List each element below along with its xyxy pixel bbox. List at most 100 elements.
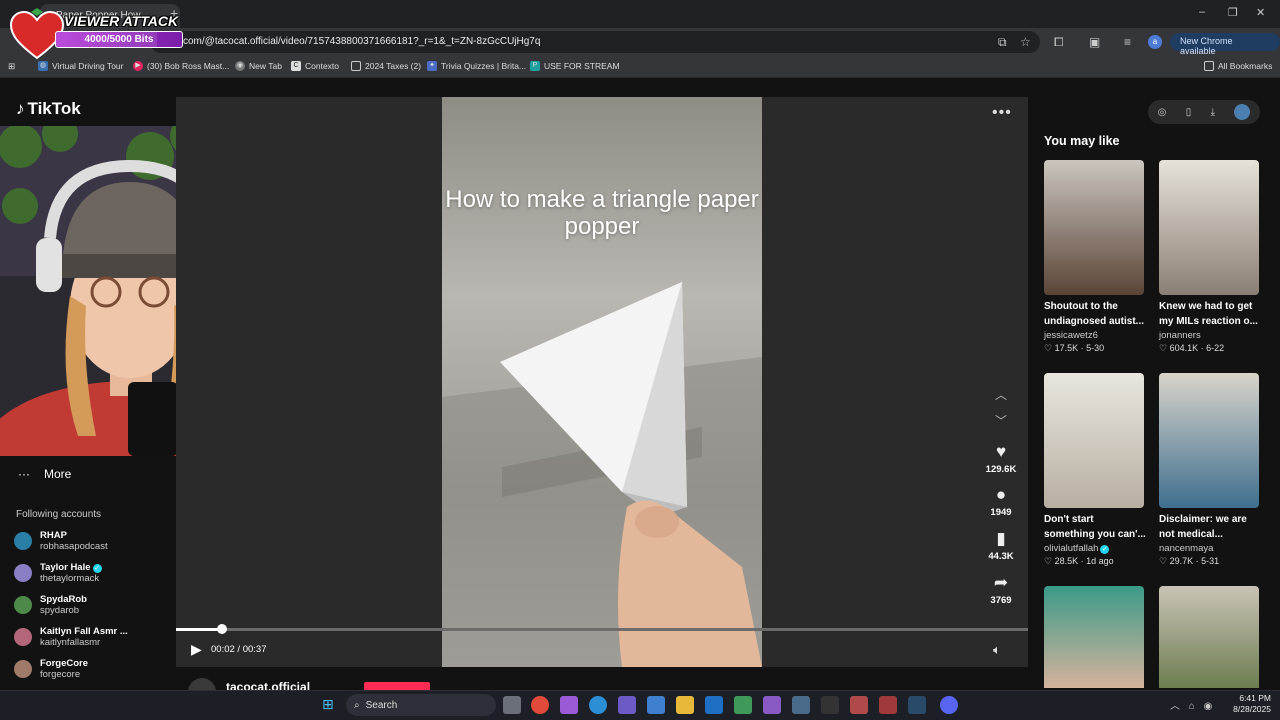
video-frame-image [442,282,762,667]
bookmark-trivia-quizzes[interactable]: ✦ Trivia Quizzes | Brita... [427,61,526,71]
comment-icon: ● [995,485,1007,504]
save-button[interactable]: ▮ 44.3K [980,530,1022,563]
comment-count: 1949 [990,507,1012,518]
tiktok-logo[interactable]: ♪ TikTok [16,99,81,119]
apps-icon[interactable]: ⊞ [8,61,15,72]
app-icon[interactable] [734,696,752,714]
steam-icon[interactable] [908,696,926,714]
bookmark-bob-ross[interactable]: ▶ (30) Bob Ross Mast... [133,61,229,71]
install-app-icon[interactable]: ⧉ [998,35,1007,50]
contexto-icon: C [291,61,301,71]
heart-icon: ♥ [995,442,1007,461]
outlook-icon[interactable] [705,696,723,714]
copilot-icon[interactable] [560,696,578,714]
chrome-taskbar-icon[interactable] [531,696,549,714]
card-stats: ♡ 17.5K · 5-30 [1044,343,1105,353]
previous-video-chevron-up-icon[interactable]: ︿ [995,386,1007,403]
app-icon[interactable] [792,696,810,714]
card-author: olivialutfallah ✓ [1044,543,1110,554]
teams-icon[interactable] [618,696,636,714]
extensions-icon[interactable]: ⧠ [1054,35,1064,50]
following-account-rhap[interactable]: RHAP robhasapodcast [14,530,108,552]
following-account-spydarob[interactable]: SpydaRob spydarob [14,594,87,616]
following-account-taylor-hale[interactable]: Taylor Hale ✓ thetaylormack [14,562,102,584]
like-button[interactable]: ♥ 129.6K [980,442,1022,476]
heart-outline-icon: ♡ [1044,343,1053,353]
card-title: Don't start something you can'... [1044,514,1146,540]
more-menu[interactable]: ··· More [18,467,71,481]
maximize-button[interactable]: ❐ [1228,6,1238,19]
video-thumbnail [1159,160,1259,295]
following-accounts-title: Following accounts [16,509,102,520]
close-window-button[interactable]: ✕ [1256,6,1265,19]
app-icon[interactable] [879,696,897,714]
author-name[interactable]: tacocat.official [226,680,310,690]
coins-icon[interactable]: ◎ [1158,107,1167,118]
recommended-video-card[interactable]: Don't start something you can'... olivia… [1044,373,1148,567]
video-player[interactable] [442,97,762,667]
more-dots-icon: ··· [18,467,30,481]
taskbar-search[interactable]: ⌕ Search [346,694,496,716]
volume-icon[interactable]: 🔈︎ [993,642,1001,658]
follow-button[interactable] [364,682,430,690]
bookmark-2024-taxes[interactable]: 2024 Taxes (2) [351,61,421,71]
bookmark-new-tab[interactable]: ◉ New Tab [235,61,282,71]
heart-outline-icon: ♡ [1159,343,1168,353]
minimize-button[interactable]: – [1199,6,1205,18]
reading-list-icon[interactable]: ≡ [1124,35,1131,49]
system-tray[interactable]: ︿ ⌂ ◉ [1170,697,1215,712]
recommended-video-card[interactable] [1159,586,1259,688]
share-button[interactable]: ➦ 3769 [980,573,1022,607]
recommended-video-card[interactable] [1044,586,1144,688]
share-count: 3769 [990,595,1012,606]
search-icon: ⌕ [354,699,360,711]
card-author: jonanners [1159,330,1201,341]
recommended-video-card[interactable]: Knew we had to get my MILs reaction o...… [1159,160,1263,354]
share-arrow-icon: ➦ [993,573,1009,592]
download-icon[interactable]: ⤓ [1211,107,1215,118]
bookmark-contexto[interactable]: C Contexto [291,61,339,71]
following-account-kaitlyn-fall-asmr[interactable]: Kaitlyn Fall Asmr ... kaitlynfallasmr [14,626,128,648]
profile-avatar[interactable]: a [1148,35,1162,49]
following-account-forgecore[interactable]: ForgeCore forgecore [14,658,88,680]
edge-icon[interactable] [589,696,607,714]
britannica-icon: ✦ [427,61,437,71]
card-stats: ♡ 604.1K · 6-22 [1159,343,1225,353]
play-icon[interactable]: ▶ [191,641,202,658]
save-count: 44.3K [988,551,1014,562]
user-avatar[interactable] [1234,104,1251,120]
video-caption: How to make a triangle paper popper [445,186,759,240]
video-thumbnail [1044,586,1144,688]
tab-search-icon[interactable]: ▣ [1089,35,1100,49]
bookmark-virtual-driving-tour[interactable]: ◍ Virtual Driving Tour [38,61,124,71]
url-text[interactable]: com/@tacocat.official/video/715743880037… [183,36,540,47]
bookmark-use-for-stream[interactable]: P USE FOR STREAM [530,61,620,71]
phone-icon[interactable]: ▯ [1186,107,1192,118]
verified-badge-icon: ✓ [92,564,102,573]
app-icon[interactable] [763,696,781,714]
next-video-chevron-down-icon[interactable]: ﹀ [995,412,1007,429]
globe-icon: ◍ [38,61,48,71]
more-options-icon[interactable]: ••• [992,104,1012,122]
bookmark-star-icon[interactable]: ☆ [1020,35,1031,49]
all-bookmarks-button[interactable]: All Bookmarks [1204,61,1272,71]
video-progress-scrubber[interactable] [217,624,227,634]
video-progress-track[interactable] [176,628,1028,631]
folder-icon [1204,61,1214,71]
file-explorer-icon[interactable] [676,696,694,714]
recommended-video-card[interactable]: Disclaimer: we are not medical... nancen… [1159,373,1263,567]
comment-button[interactable]: ● 1949 [980,485,1022,519]
heart-outline-icon: ♡ [1044,556,1053,566]
taskbar-clock[interactable]: 6:41 PM 8/28/2025 [1225,693,1271,715]
new-chrome-available-button[interactable]: New Chrome available [1170,33,1280,56]
video-progress-fill [176,628,222,631]
windows-start-icon[interactable]: ⊞ [322,696,334,713]
app-icon[interactable] [821,696,839,714]
recommended-video-card[interactable]: Shoutout to the undiagnosed autist... je… [1044,160,1148,354]
discord-icon[interactable] [940,696,958,714]
app-icon[interactable] [850,696,868,714]
store-icon[interactable] [647,696,665,714]
avatar [14,596,32,614]
folder-icon [351,61,361,71]
task-view-icon[interactable] [503,696,521,714]
